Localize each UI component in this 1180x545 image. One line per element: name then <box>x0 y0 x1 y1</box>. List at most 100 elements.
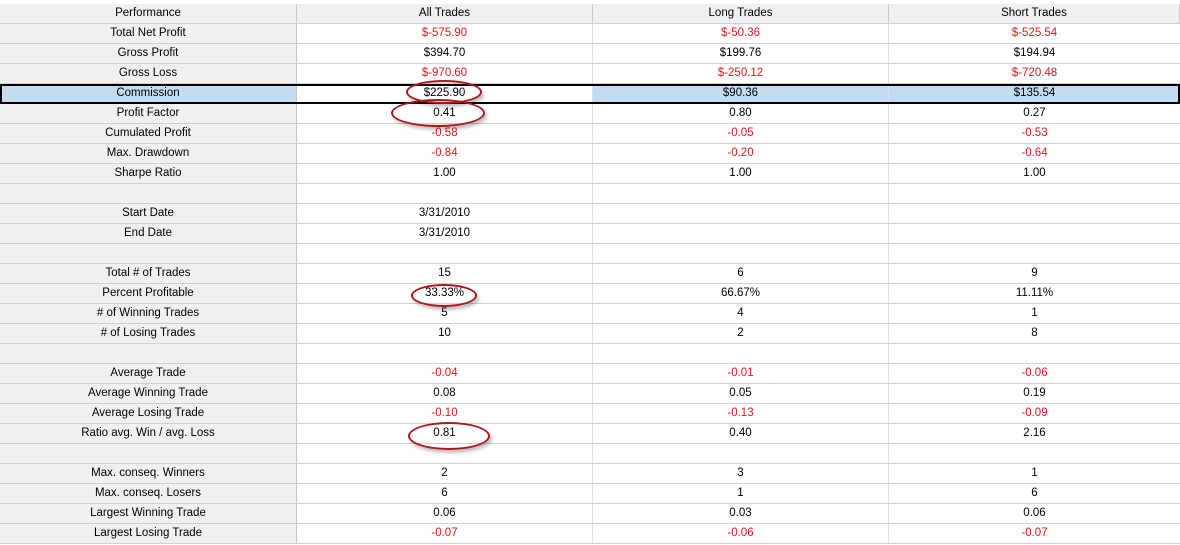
long-trades-value: 0.80 <box>593 104 889 123</box>
row-label: End Date <box>0 224 297 243</box>
all-trades-value: 10 <box>297 324 593 343</box>
column-header-performance[interactable]: Performance <box>0 4 297 23</box>
short-trades-value: 8 <box>1031 327 1038 339</box>
short-trades-value: $194.94 <box>1013 47 1056 59</box>
table-row[interactable]: Gross Loss $-970.60 $-250.12 $-720.48 <box>0 64 1180 84</box>
table-row[interactable]: Total # of Trades 15 6 9 <box>0 264 1180 284</box>
row-label: Largest Losing Trade <box>0 524 297 543</box>
all-trades-value: -0.58 <box>297 124 593 143</box>
short-trades-value <box>889 224 1180 243</box>
row-label: Total # of Trades <box>0 264 297 283</box>
all-trades-value: 0.41 <box>297 104 593 123</box>
short-trades-value: 11.11% <box>1015 287 1054 299</box>
table-row[interactable]: Gross Profit $394.70 $199.76 $194.94 <box>0 44 1180 64</box>
row-label: Start Date <box>0 204 297 223</box>
table-row[interactable] <box>0 244 1180 264</box>
short-trades-value: -0.07 <box>1021 527 1048 539</box>
long-trades-value <box>593 444 889 463</box>
header-row: Performance All Trades Long Trades Short… <box>0 4 1180 24</box>
table-row[interactable]: Largest Losing Trade -0.07 -0.06 -0.07 <box>0 524 1180 544</box>
short-trades-value: 1.00 <box>1023 167 1046 179</box>
short-trades-value: -0.06 <box>1021 367 1048 379</box>
long-trades-value <box>593 204 889 223</box>
table-row[interactable]: Percent Profitable 33.33% 66.67% 11.11% <box>0 284 1180 304</box>
all-trades-value: $-970.60 <box>297 64 593 83</box>
all-trades-value: 5 <box>297 304 593 323</box>
table-row[interactable]: Max. conseq. Losers 6 1 6 <box>0 484 1180 504</box>
column-header-long-trades[interactable]: Long Trades <box>593 4 889 23</box>
long-trades-value <box>593 184 889 203</box>
table-row[interactable]: Profit Factor 0.41 0.80 0.27 <box>0 104 1180 124</box>
row-label <box>0 184 297 203</box>
row-label: Sharpe Ratio <box>0 164 297 183</box>
row-label: Ratio avg. Win / avg. Loss <box>0 424 297 443</box>
table-row[interactable]: # of Losing Trades 10 2 8 <box>0 324 1180 344</box>
all-trades-value: -0.04 <box>297 364 593 383</box>
table-row[interactable]: Start Date 3/31/2010 <box>0 204 1180 224</box>
table-row[interactable]: # of Winning Trades 5 4 1 <box>0 304 1180 324</box>
short-trades-value: 9 <box>1031 267 1038 279</box>
long-trades-value: -0.13 <box>593 404 889 423</box>
long-trades-value: -0.20 <box>593 144 889 163</box>
short-trades-value: -0.64 <box>1021 147 1048 159</box>
all-trades-value: $-575.90 <box>297 24 593 43</box>
long-trades-value: 0.40 <box>593 424 889 443</box>
all-trades-value <box>297 244 593 263</box>
column-header-short-trades[interactable]: Short Trades <box>889 4 1180 23</box>
long-trades-value: -0.05 <box>593 124 889 143</box>
all-trades-value <box>297 344 593 363</box>
short-trades-value: -0.09 <box>1021 407 1048 419</box>
short-trades-value: 0.27 <box>1023 107 1046 119</box>
table-row[interactable] <box>0 184 1180 204</box>
row-label: # of Losing Trades <box>0 324 297 343</box>
row-label <box>0 244 297 263</box>
all-trades-value: 1.00 <box>297 164 593 183</box>
all-trades-value: -0.07 <box>297 524 593 543</box>
row-label: Max. conseq. Winners <box>0 464 297 483</box>
short-trades-value: 0.19 <box>1023 387 1046 399</box>
row-label: Percent Profitable <box>0 284 297 303</box>
short-trades-value: 6 <box>1031 487 1038 499</box>
long-trades-value: 1 <box>593 484 889 503</box>
all-trades-value: 0.81 <box>297 424 593 443</box>
all-trades-value: -0.10 <box>297 404 593 423</box>
all-trades-value <box>297 184 593 203</box>
row-label: Profit Factor <box>0 104 297 123</box>
row-label: Max. Drawdown <box>0 144 297 163</box>
row-label: Average Losing Trade <box>0 404 297 423</box>
short-trades-value: 2.16 <box>1023 427 1046 439</box>
short-trades-value <box>889 444 1180 463</box>
table-row[interactable]: Largest Winning Trade 0.06 0.03 0.06 <box>0 504 1180 524</box>
long-trades-value <box>593 244 889 263</box>
row-label: Gross Loss <box>0 64 297 83</box>
all-trades-value: 15 <box>297 264 593 283</box>
long-trades-value: 0.03 <box>593 504 889 523</box>
all-trades-value: 6 <box>297 484 593 503</box>
table-row[interactable]: Max. Drawdown -0.84 -0.20 -0.64 <box>0 144 1180 164</box>
all-trades-value: 0.06 <box>297 504 593 523</box>
long-trades-value: 4 <box>593 304 889 323</box>
table-row[interactable]: Max. conseq. Winners 2 3 1 <box>0 464 1180 484</box>
table-row[interactable]: Sharpe Ratio 1.00 1.00 1.00 <box>0 164 1180 184</box>
table-row[interactable]: Average Trade -0.04 -0.01 -0.06 <box>0 364 1180 384</box>
all-trades-value: $394.70 <box>297 44 593 63</box>
table-row[interactable]: Average Losing Trade -0.10 -0.13 -0.09 <box>0 404 1180 424</box>
long-trades-value: $90.36 <box>593 84 889 103</box>
table-row[interactable]: Cumulated Profit -0.58 -0.05 -0.53 <box>0 124 1180 144</box>
row-label: Commission <box>0 84 297 103</box>
table-row[interactable]: Commission $225.90 $90.36 $135.54 <box>0 84 1180 104</box>
short-trades-value <box>889 204 1180 223</box>
table-row[interactable] <box>0 444 1180 464</box>
table-row[interactable]: End Date 3/31/2010 <box>0 224 1180 244</box>
row-label: Cumulated Profit <box>0 124 297 143</box>
row-label: Average Trade <box>0 364 297 383</box>
row-label: Largest Winning Trade <box>0 504 297 523</box>
long-trades-value: 1.00 <box>593 164 889 183</box>
all-trades-value: 0.08 <box>297 384 593 403</box>
table-row[interactable]: Ratio avg. Win / avg. Loss 0.81 0.40 2.16 <box>0 424 1180 444</box>
table-row[interactable]: Average Winning Trade 0.08 0.05 0.19 <box>0 384 1180 404</box>
row-label: Gross Profit <box>0 44 297 63</box>
table-row[interactable] <box>0 344 1180 364</box>
table-row[interactable]: Total Net Profit $-575.90 $-50.36 $-525.54 <box>0 24 1180 44</box>
column-header-all-trades[interactable]: All Trades <box>297 4 593 23</box>
